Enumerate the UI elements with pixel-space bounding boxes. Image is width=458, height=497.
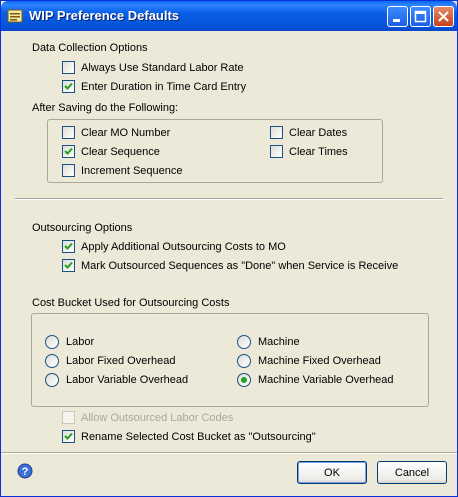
checkbox-label: Enter Duration in Time Card Entry xyxy=(81,80,247,93)
always-standard-labor-checkbox[interactable]: Always Use Standard Labor Rate xyxy=(62,61,244,74)
checkbox-label: Clear MO Number xyxy=(81,126,171,139)
clear-sequence-checkbox[interactable]: Clear Sequence xyxy=(62,145,160,158)
radio-labor-variable-overhead[interactable]: Labor Variable Overhead xyxy=(45,373,188,387)
checkmark-icon xyxy=(64,432,73,440)
outsourcing-heading: Outsourcing Options xyxy=(32,222,133,234)
radio-labor[interactable]: Labor xyxy=(45,335,94,349)
checkbox-box[interactable] xyxy=(62,259,75,272)
rename-cost-bucket-checkbox[interactable]: Rename Selected Cost Bucket as "Outsourc… xyxy=(62,430,316,443)
checkmark-icon xyxy=(64,147,73,155)
checkbox-box[interactable] xyxy=(62,80,75,93)
cost-bucket-heading: Cost Bucket Used for Outsourcing Costs xyxy=(32,297,230,309)
checkbox-label: Increment Sequence xyxy=(81,164,183,177)
minimize-button[interactable] xyxy=(387,6,408,27)
radio-machine[interactable]: Machine xyxy=(237,335,300,349)
checkbox-box[interactable] xyxy=(270,126,283,139)
dialog-window: WIP Preference Defaults Data Collection … xyxy=(0,0,458,497)
close-icon xyxy=(438,11,449,22)
checkbox-label: Rename Selected Cost Bucket as "Outsourc… xyxy=(81,430,316,443)
svg-text:?: ? xyxy=(22,466,29,478)
checkbox-box[interactable] xyxy=(62,430,75,443)
checkbox-box[interactable] xyxy=(62,411,75,424)
cancel-button[interactable]: Cancel xyxy=(377,461,447,484)
checkmark-icon xyxy=(64,242,73,250)
checkbox-box[interactable] xyxy=(62,240,75,253)
checkbox-box[interactable] xyxy=(62,164,75,177)
after-saving-heading: After Saving do the Following: xyxy=(32,102,179,114)
radio-machine-variable-overhead[interactable]: Machine Variable Overhead xyxy=(237,373,394,387)
title-bar[interactable]: WIP Preference Defaults xyxy=(1,1,457,31)
checkbox-box[interactable] xyxy=(62,61,75,74)
radio-label: Labor Variable Overhead xyxy=(66,374,189,386)
checkbox-box[interactable] xyxy=(62,145,75,158)
checkbox-label: Allow Outsourced Labor Codes xyxy=(81,411,234,424)
checkmark-icon xyxy=(64,82,73,90)
checkbox-label: Mark Outsourced Sequences as "Done" when… xyxy=(81,259,399,272)
data-collection-heading: Data Collection Options xyxy=(32,42,148,54)
clear-times-checkbox[interactable]: Clear Times xyxy=(270,145,348,158)
allow-outsourced-labor-codes-checkbox[interactable]: Allow Outsourced Labor Codes xyxy=(62,411,233,424)
radio-circle-selected[interactable] xyxy=(237,373,251,387)
radio-label: Machine xyxy=(258,336,300,348)
enter-duration-checkbox[interactable]: Enter Duration in Time Card Entry xyxy=(62,80,246,93)
radio-label: Machine Variable Overhead xyxy=(258,374,394,386)
radio-circle[interactable] xyxy=(45,373,59,387)
checkbox-label: Clear Sequence xyxy=(81,145,160,158)
radio-labor-fixed-overhead[interactable]: Labor Fixed Overhead xyxy=(45,354,175,368)
checkbox-label: Apply Additional Outsourcing Costs to MO xyxy=(81,240,286,253)
radio-circle[interactable] xyxy=(237,335,251,349)
maximize-icon xyxy=(414,10,427,23)
maximize-button[interactable] xyxy=(410,6,431,27)
radio-circle[interactable] xyxy=(237,354,251,368)
radio-machine-fixed-overhead[interactable]: Machine Fixed Overhead xyxy=(237,354,381,368)
checkbox-box[interactable] xyxy=(62,126,75,139)
close-button[interactable] xyxy=(433,6,454,27)
footer-separator xyxy=(1,452,457,454)
radio-label: Machine Fixed Overhead xyxy=(258,355,381,367)
checkbox-label: Always Use Standard Labor Rate xyxy=(81,61,244,74)
radio-label: Labor Fixed Overhead xyxy=(66,355,176,367)
checkbox-box[interactable] xyxy=(270,145,283,158)
ok-button[interactable]: OK xyxy=(297,461,367,484)
radio-circle[interactable] xyxy=(45,335,59,349)
section-separator xyxy=(15,198,443,200)
checkbox-label: Clear Dates xyxy=(289,126,348,139)
help-icon[interactable]: ? xyxy=(17,463,33,479)
window-title: WIP Preference Defaults xyxy=(29,8,180,23)
radio-circle[interactable] xyxy=(45,354,59,368)
minimize-icon xyxy=(393,19,400,22)
apply-outsourcing-costs-checkbox[interactable]: Apply Additional Outsourcing Costs to MO xyxy=(62,240,286,253)
checkbox-label: Clear Times xyxy=(289,145,348,158)
mark-outsourced-done-checkbox[interactable]: Mark Outsourced Sequences as "Done" when… xyxy=(62,259,398,272)
radio-label: Labor xyxy=(66,336,95,348)
increment-sequence-checkbox[interactable]: Increment Sequence xyxy=(62,164,183,177)
app-icon xyxy=(7,9,23,23)
clear-dates-checkbox[interactable]: Clear Dates xyxy=(270,126,347,139)
clear-mo-number-checkbox[interactable]: Clear MO Number xyxy=(62,126,170,139)
checkmark-icon xyxy=(64,261,73,269)
